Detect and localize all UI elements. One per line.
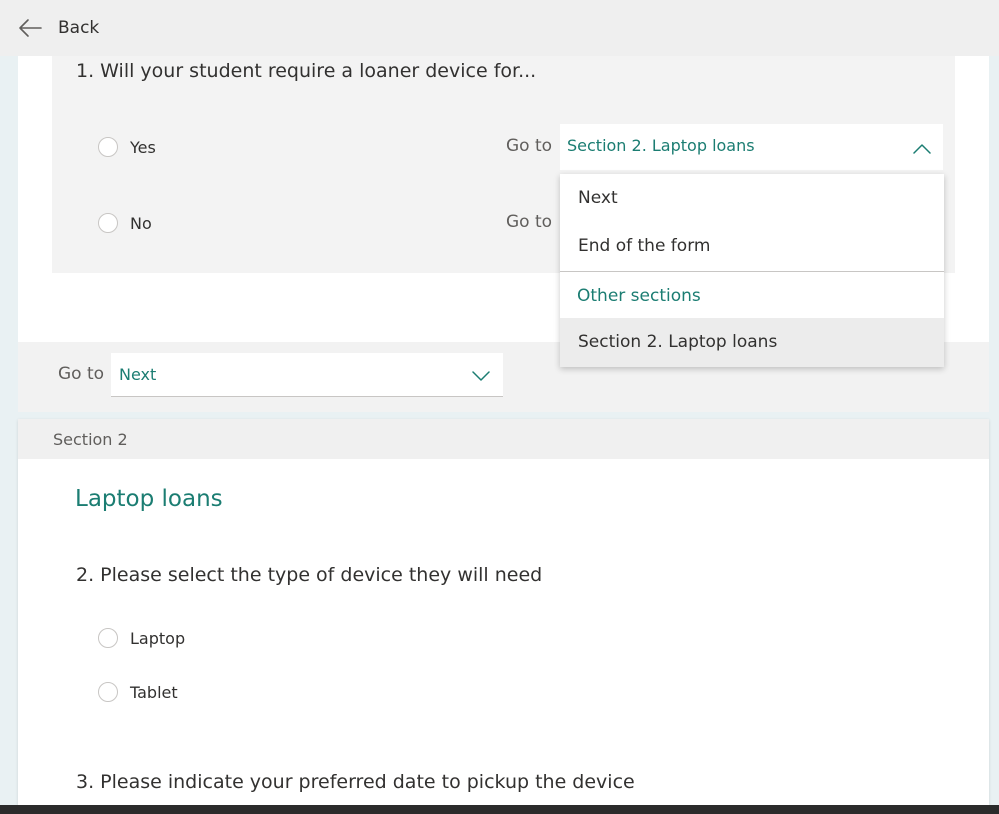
- section2-label: Section 2: [53, 430, 128, 449]
- option-no-goto-label: Go to: [506, 212, 553, 232]
- section-goto-value: Next: [119, 365, 157, 384]
- radio-yes[interactable]: [98, 137, 118, 157]
- option-no-label: No: [130, 214, 152, 233]
- question2-title: 2. Please select the type of device they…: [76, 564, 543, 586]
- question1-title: 1. Will your student require a loaner de…: [76, 60, 537, 82]
- menu-item-next[interactable]: Next: [560, 174, 944, 222]
- menu-item-end-of-form[interactable]: End of the form: [560, 222, 944, 271]
- back-button[interactable]: Back: [18, 14, 99, 42]
- menu-item-section2[interactable]: Section 2. Laptop loans: [560, 318, 944, 367]
- radio-tablet[interactable]: [98, 682, 118, 702]
- back-label: Back: [58, 18, 100, 38]
- section-goto-label: Go to: [58, 364, 105, 384]
- option-laptop-label: Laptop: [130, 629, 186, 648]
- menu-divider: [560, 271, 944, 272]
- radio-no[interactable]: [98, 213, 118, 233]
- chevron-up-icon: [913, 140, 931, 159]
- section2-card: [18, 419, 989, 805]
- bottom-bar: [0, 805, 999, 814]
- section2-title: Laptop loans: [75, 486, 223, 512]
- option-yes-goto-select[interactable]: Section 2. Laptop loans: [560, 124, 943, 170]
- section2-header: [18, 419, 989, 459]
- option-yes-goto-label: Go to: [506, 136, 553, 156]
- question3-title: 3. Please indicate your preferred date t…: [76, 771, 635, 793]
- menu-group-other-sections: Other sections: [577, 286, 701, 306]
- option-tablet-label: Tablet: [130, 683, 178, 702]
- top-bar: Back: [0, 0, 999, 56]
- radio-laptop[interactable]: [98, 628, 118, 648]
- option-yes-goto-value: Section 2. Laptop loans: [567, 136, 755, 155]
- branch-dropdown-menu: Next End of the form Other sections Sect…: [560, 174, 944, 367]
- chevron-down-icon: [472, 367, 490, 386]
- arrow-left-icon: [18, 18, 42, 38]
- option-yes-label: Yes: [130, 138, 156, 157]
- section-goto-select[interactable]: Next: [111, 353, 503, 397]
